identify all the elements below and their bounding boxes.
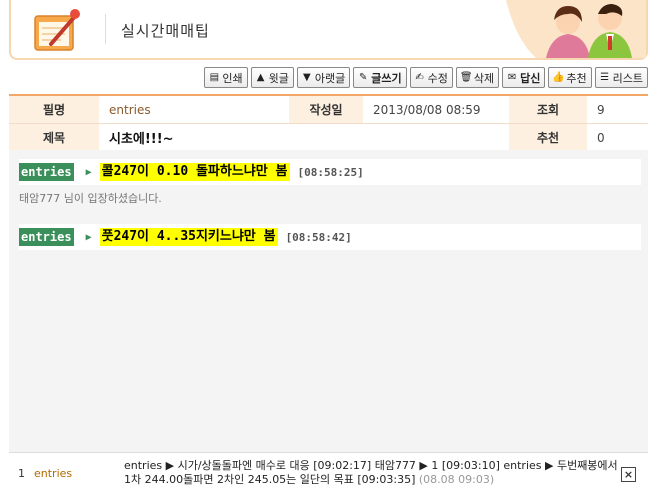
edit-icon: ✍ xyxy=(415,71,424,83)
next-post-label: 아랫글 xyxy=(314,71,346,85)
reply-label: 답신 xyxy=(520,71,541,85)
thumbs-up-icon: 👍 xyxy=(552,71,565,83)
recommend-count-label: 추천 xyxy=(509,124,587,151)
recommend-count-value: 0 xyxy=(597,130,605,145)
views-value: 9 xyxy=(597,102,605,117)
footer-nick[interactable]: entries xyxy=(34,467,72,480)
prev-post-label: 윗글 xyxy=(268,71,289,85)
notepad-pencil-icon xyxy=(34,9,80,51)
recommend-button[interactable]: 👍 추천 xyxy=(548,67,592,88)
ticker-time: (08.08 09:03) xyxy=(418,473,495,486)
chat-message: entries ▶ 풋247이 4..35지키느냐만 봄 [08:58:42] xyxy=(19,224,641,250)
write-button[interactable]: ✎ 글쓰기 xyxy=(353,67,407,88)
list-button[interactable]: ☰ 리스트 xyxy=(594,67,648,88)
subject-value: 시초에!!!~ xyxy=(109,132,174,147)
author-label: 필명 xyxy=(9,96,99,123)
recommend-label: 추천 xyxy=(566,71,587,85)
chat-text: 콜247이 0.10 돌파하느냐만 봄 xyxy=(99,163,290,181)
post-info-table: 필명 entries 작성일 2013/08/08 08:59 조회 9 제목 … xyxy=(9,94,648,152)
next-post-button[interactable]: ▼ 아랫글 xyxy=(296,67,351,88)
play-arrow-icon: ▶ xyxy=(85,231,92,243)
ticker-footer: 1 entries entries ▶ 시가/상돌돌파엔 매수로 대응 [09:… xyxy=(9,452,648,488)
close-icon[interactable]: × xyxy=(621,467,636,482)
chat-time: [08:58:42] xyxy=(285,230,352,244)
reply-button[interactable]: ✉ 답신 xyxy=(502,67,546,88)
delete-label: 삭제 xyxy=(473,71,495,85)
post-subject-row: 제목 시초에!!!~ 추천 0 xyxy=(9,124,648,152)
chat-nick[interactable]: entries xyxy=(19,228,74,246)
chat-time: [08:58:25] xyxy=(297,165,364,179)
trash-icon: 🗑 xyxy=(459,71,473,83)
chat-nick[interactable]: entries xyxy=(19,163,74,181)
date-label: 작성일 xyxy=(289,96,363,123)
list-icon: ☰ xyxy=(600,71,610,83)
pencil-icon: ✎ xyxy=(359,71,368,83)
views-label: 조회 xyxy=(509,96,587,123)
prev-post-icon: ▲ xyxy=(256,71,265,83)
play-arrow-icon: ▶ xyxy=(85,166,92,178)
post-toolbar: ▤ 인쇄 ▲ 윗글 ▼ 아랫글 ✎ 글쓰기 ✍ 수정 🗑 삭제 ✉ 답신 👍 추… xyxy=(204,67,648,89)
chat-text: 풋247이 4..35지키느냐만 봄 xyxy=(99,228,278,246)
printer-icon: ▤ xyxy=(209,71,220,83)
date-value: 2013/08/08 08:59 xyxy=(373,102,481,117)
print-label: 인쇄 xyxy=(222,71,243,85)
list-label: 리스트 xyxy=(612,71,643,85)
chat-ticker: entries ▶ 시가/상돌돌파엔 매수로 대응 [09:02:17] 태암7… xyxy=(124,459,619,487)
ticker-text: entries ▶ 시가/상돌돌파엔 매수로 대응 [09:02:17] 태암7… xyxy=(124,459,618,486)
delete-button[interactable]: 🗑 삭제 xyxy=(455,67,500,88)
post-meta-row: 필명 entries 작성일 2013/08/08 08:59 조회 9 xyxy=(9,96,648,124)
couple-mascot-icon xyxy=(506,0,646,58)
author-value[interactable]: entries xyxy=(99,96,289,123)
reply-icon: ✉ xyxy=(507,71,517,83)
prev-post-button[interactable]: ▲ 윗글 xyxy=(250,67,294,88)
chat-message: entries ▶ 콜247이 0.10 돌파하느냐만 봄 [08:58:25] xyxy=(19,159,641,185)
page-title: 실시간매매팁 xyxy=(121,22,210,40)
board-header: 실시간매매팁 xyxy=(9,0,648,60)
next-post-icon: ▼ xyxy=(303,71,311,83)
write-label: 글쓰기 xyxy=(371,71,402,85)
subject-label: 제목 xyxy=(9,124,99,151)
join-notice: 태암777 님이 입장하셨습니다. xyxy=(19,192,162,205)
edit-button[interactable]: ✍ 수정 xyxy=(409,67,453,88)
print-button[interactable]: ▤ 인쇄 xyxy=(204,67,248,88)
edit-label: 수정 xyxy=(427,71,448,85)
chat-area: entries ▶ 콜247이 0.10 돌파하느냐만 봄 [08:58:25]… xyxy=(9,150,648,452)
user-count: 1 xyxy=(18,467,25,480)
header-divider xyxy=(105,14,106,44)
